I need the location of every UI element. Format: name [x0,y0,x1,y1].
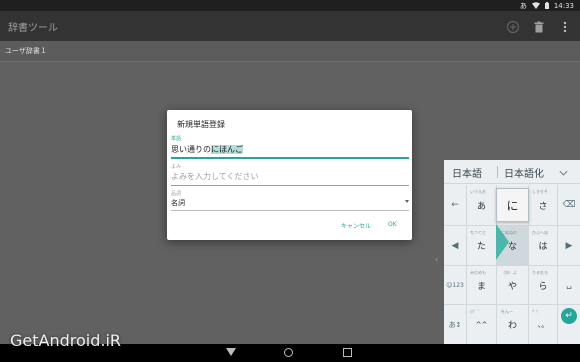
word-field-underline [171,157,409,159]
key-main-char: わ [507,321,517,331]
emoji-number-key[interactable]: ☺123 [444,266,466,304]
key-main-char: は [538,242,548,252]
key-ta[interactable]: たちつてと [467,226,496,265]
add-icon[interactable] [506,19,520,34]
mode-switch-key[interactable]: あ↕ [444,305,466,344]
key-main-char: ま [476,281,486,292]
key-sub-chars: ひふへほ [532,230,548,235]
dropdown-arrow-icon [405,200,409,203]
reading-input[interactable] [171,172,409,181]
key-main-char: ら [538,281,548,292]
space-key[interactable]: ␣ [558,266,580,304]
key-sub-chars: （ゆ）よ [501,270,517,275]
key-main-char: な [507,242,517,252]
word-text: 思い通りの [171,145,211,154]
cursor-right-key[interactable]: ▶ [558,226,580,265]
status-icons: あ 14:33 [520,0,574,11]
part-of-speech-label: 品詞 [171,191,182,197]
key-sub-chars: しすせそ [532,189,548,194]
word-composing-text: にほんご [211,145,243,154]
key-punctuation[interactable]: 、。 ？！ [529,305,557,344]
cursor-left-key[interactable]: ◀ [444,226,466,265]
key-main-char: 、。 [537,320,549,329]
app-bar: 辞書ツール [0,11,580,41]
battery-icon [544,2,549,9]
key-ha[interactable]: はひふへほ [529,226,557,265]
back-icon[interactable] [226,348,236,356]
key-sub-chars: いうえお [470,189,486,194]
candidate-bar: 日本語 日本語化 [444,160,580,184]
key-sub-chars: ？！ [532,309,540,314]
reading-field-label: よみ [171,164,182,170]
dictionary-name: ユーザ辞書１ [5,47,47,55]
flick-direction-indicator [496,224,509,260]
keyboard-collapse-handle[interactable]: ‹ [435,255,441,265]
key-sub-chars: りるれろ [532,270,548,275]
candidate-1[interactable]: 日本語 [452,165,482,180]
key-dakuten[interactable]: ^^ 小゛゜ [467,305,496,344]
word-field-label: 単語 [171,136,182,142]
list-divider [0,61,580,62]
key-sub-chars: 小゛゜ [470,309,482,314]
more-icon[interactable] [558,19,572,33]
recents-icon[interactable] [343,348,352,357]
app-bar-actions [506,19,572,34]
clock: 14:33 [553,1,574,10]
key-main-char: た [476,242,486,252]
part-of-speech-value: 名詞 [171,199,185,207]
part-of-speech-select[interactable]: 名詞 [171,197,409,209]
dialog-title: 新規単語登録 [177,120,225,129]
key-ra[interactable]: らりるれろ [529,266,557,304]
key-a[interactable]: あいうえお [467,185,496,225]
watermark: GetAndroid.iR [10,331,122,350]
input-method-indicator: あ [519,1,527,10]
dictionary-list-item[interactable]: ユーザ辞書１ [0,41,580,61]
enter-icon: ↵ [565,311,573,321]
app-title: 辞書ツール [8,23,58,34]
key-main-char: ^^ [475,320,488,329]
wifi-icon [531,2,540,9]
candidate-2[interactable]: 日本語化 [504,165,544,180]
reading-field-underline [171,185,409,186]
part-of-speech-underline [171,210,409,211]
candidate-divider [497,166,498,178]
delete-icon[interactable] [532,19,546,33]
flick-popup: に [496,188,529,222]
key-main-char: さ [538,201,548,212]
key-sub-chars: ちつてと [470,230,486,235]
key-wa[interactable]: わ をんー [497,305,528,344]
status-bar: あ 14:33 [0,0,580,11]
backspace-key[interactable]: ⌫ [558,185,580,225]
new-word-dialog: 新規単語登録 単語 思い通りのにほんご よみ 品詞 名詞 キャンセル OK [167,110,412,240]
key-sub-chars: をんー [501,309,513,314]
key-ma[interactable]: まみむめも [467,266,496,304]
enter-key[interactable]: ↵ [561,308,577,324]
cancel-button[interactable]: キャンセル [341,221,371,230]
key-sub-chars: みむめも [470,270,486,275]
ok-button[interactable]: OK [388,221,397,228]
key-main-char: あ [476,201,486,212]
undo-key[interactable]: ← [444,185,466,225]
chevron-down-icon[interactable] [559,167,568,176]
key-main-char: や [507,281,517,292]
word-field[interactable]: 思い通りのにほんご [171,144,243,155]
home-icon[interactable] [284,348,293,357]
japanese-keyboard: 日本語 日本語化 ← あいうえお かきくけこ さしすせそ ⌫ ◀ たちつてと な… [444,160,580,344]
key-sa[interactable]: さしすせそ [529,185,557,225]
key-ya[interactable]: や （ゆ）よ [497,266,528,304]
